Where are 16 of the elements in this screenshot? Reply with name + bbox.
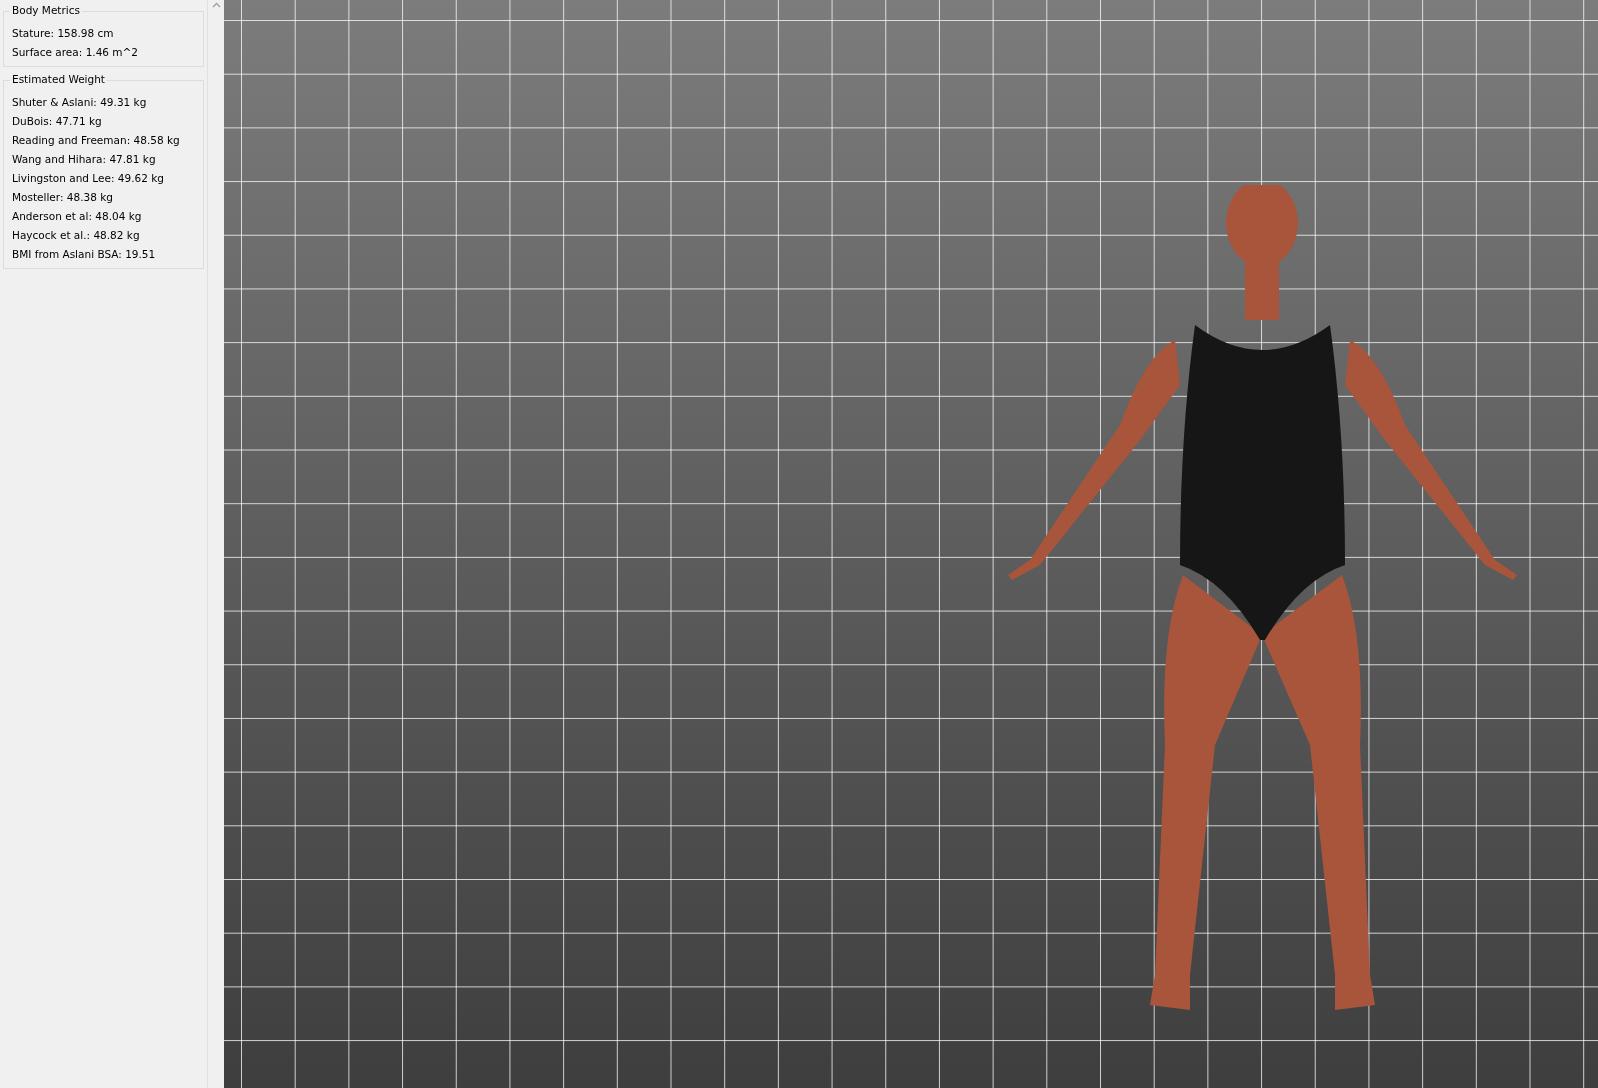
metric-text: Surface area: 1.46 m^2 (12, 45, 140, 60)
metric-text: BMI from Aslani BSA: 19.51 (12, 247, 157, 262)
metric-text: Livingston and Lee: 49.62 kg (12, 171, 165, 186)
metric-text: Anderson et al: 48.04 kg (12, 209, 143, 224)
metric-text: Wang and Hihara: 47.81 kg (12, 152, 157, 167)
metric-text: Haycock et al.: 48.82 kg (12, 228, 141, 243)
metric-text: Mosteller: 48.38 kg (12, 190, 114, 205)
scrollbar[interactable] (207, 0, 224, 1088)
metric-text: DuBois: 47.71 kg (12, 114, 103, 129)
group-title: Body Metrics (10, 4, 82, 16)
group-title: Estimated Weight (10, 73, 107, 85)
grid-viewport[interactable] (224, 0, 1598, 1088)
metric-text: Stature: 158.98 cm (12, 26, 115, 41)
scroll-up-icon[interactable] (211, 2, 221, 8)
metric-text: Shuter & Aslani: 49.31 kg (12, 95, 148, 110)
metric-text: Reading and Freeman: 48.58 kg (12, 133, 181, 148)
